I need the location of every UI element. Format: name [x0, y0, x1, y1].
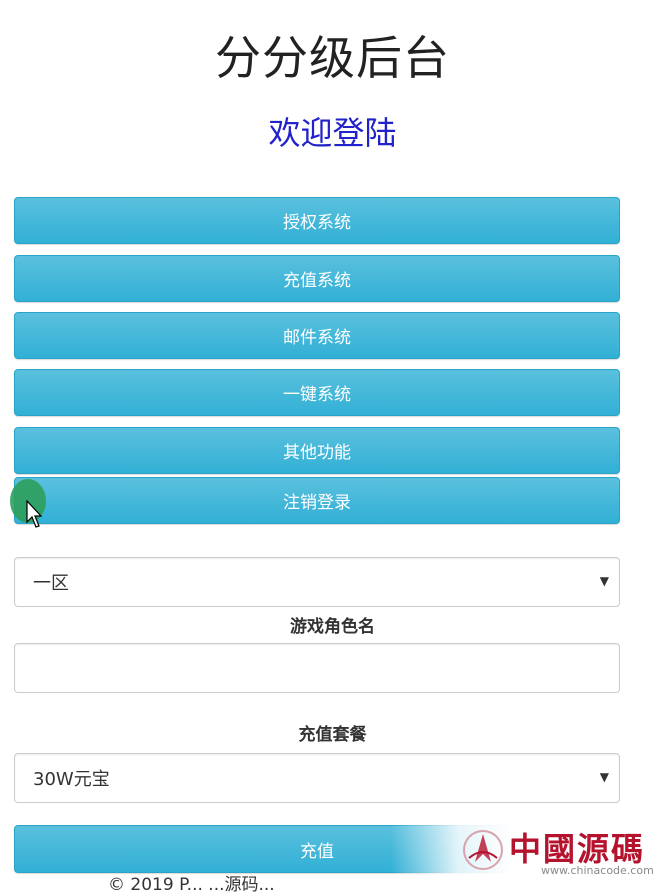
auth-system-button[interactable]: 授权系统: [14, 197, 620, 244]
watermark: 中國源碼 www.chinacode.com: [391, 818, 661, 882]
role-name-input[interactable]: [14, 643, 620, 693]
dropdown-arrow-icon: ▼: [599, 770, 609, 784]
welcome-subtitle: 欢迎登陆: [268, 114, 397, 152]
watermark-url: www.chinacode.com: [541, 864, 654, 877]
one-click-system-button[interactable]: 一键系统: [14, 369, 620, 416]
package-select-value: 30W元宝: [33, 769, 110, 790]
mail-system-button[interactable]: 邮件系统: [14, 312, 620, 359]
role-name-label: 游戏角色名: [290, 617, 375, 637]
page-title: 分分级后台: [215, 31, 450, 85]
server-select[interactable]: 一区 ▼: [14, 557, 620, 607]
footer-text: © 2019 P... ...源码...: [108, 875, 275, 895]
package-label: 充值套餐: [298, 725, 367, 745]
package-select[interactable]: 30W元宝 ▼: [14, 753, 620, 803]
dropdown-arrow-icon: ▼: [599, 574, 609, 588]
other-functions-button[interactable]: 其他功能: [14, 427, 620, 474]
server-select-value: 一区: [33, 573, 69, 594]
chinacode-logo-icon: [463, 830, 503, 870]
mouse-cursor-icon: [26, 500, 42, 528]
logout-button[interactable]: 注销登录: [14, 477, 620, 524]
recharge-system-button[interactable]: 充值系统: [14, 255, 620, 302]
